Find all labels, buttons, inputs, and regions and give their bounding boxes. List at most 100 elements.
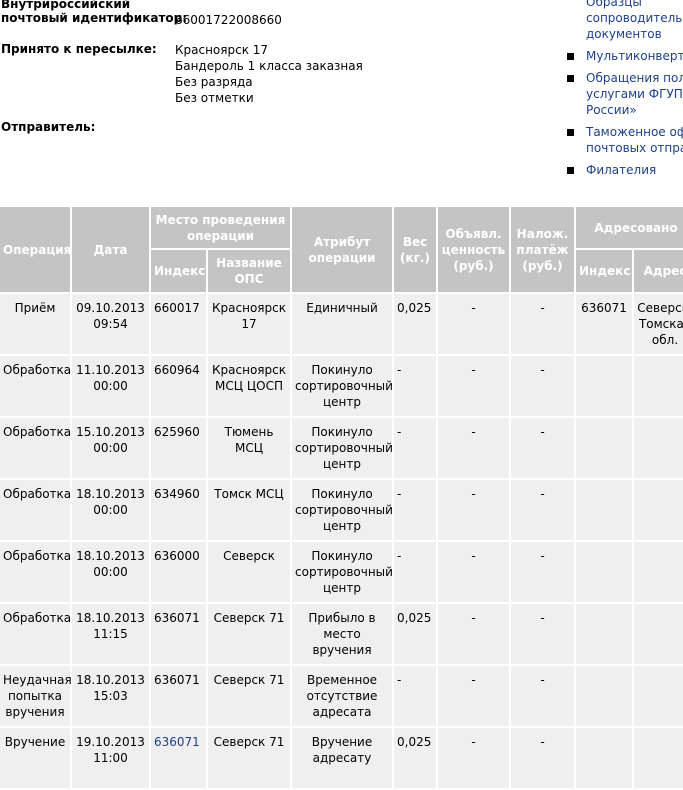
cell-cod: - bbox=[511, 294, 575, 354]
cell-attribute: Покинуло сортировочный центр bbox=[292, 356, 393, 416]
table-row: Приём 09.10.2013 09:54 660017 Красноярск 17… bbox=[0, 294, 683, 354]
tracking-id-label: Внутрироссийский почтовый идентификатор: bbox=[1, 0, 187, 25]
cell-addr bbox=[634, 480, 683, 540]
header-operation: Операция bbox=[0, 207, 71, 292]
cell-addr bbox=[634, 728, 683, 788]
cell-ops-name: Томск МСЦ bbox=[208, 480, 291, 540]
side-link-text[interactable]: Филателия bbox=[586, 162, 683, 178]
cell-operation: Обработка bbox=[0, 356, 71, 416]
cell-attribute: Покинуло сортировочный центр bbox=[292, 418, 393, 478]
index-link[interactable]: 636071 bbox=[154, 735, 200, 749]
cell-addr bbox=[634, 666, 683, 726]
cell-addr-index bbox=[576, 728, 633, 788]
square-bullet-icon bbox=[567, 75, 574, 82]
cell-date: 18.10.2013 00:00 bbox=[72, 480, 149, 540]
side-links-list: Образцы сопроводитель документов Мультиконв… bbox=[566, 0, 683, 178]
cell-declared-value: - bbox=[438, 294, 510, 354]
cell-cod: - bbox=[511, 542, 575, 602]
cell-declared-value: - bbox=[438, 542, 510, 602]
cell-cod: - bbox=[511, 356, 575, 416]
cell-addr-index bbox=[576, 666, 633, 726]
cell-ops-name: Красноярск 17 bbox=[208, 294, 291, 354]
side-link-4[interactable]: Филателия bbox=[566, 162, 683, 178]
side-link-line: почтовых отправ bbox=[586, 141, 683, 155]
header-weight: Вес (кг.) bbox=[394, 207, 437, 292]
cell-attribute: Временное отсутствие адресата bbox=[292, 666, 393, 726]
side-link-2[interactable]: Обращения поль услугами ФГУП « России» bbox=[566, 70, 683, 118]
cell-attribute: Единичный bbox=[292, 294, 393, 354]
cell-ops-name: Северск 71 bbox=[208, 728, 291, 788]
side-link-line: Образцы bbox=[586, 0, 642, 9]
square-bullet-icon bbox=[567, 53, 574, 60]
table-row: Обработка 11.10.2013 00:00 660964 Красноярс… bbox=[0, 356, 683, 416]
accepted-type: Бандероль 1 класса заказная bbox=[175, 59, 363, 73]
cell-date: 18.10.2013 15:03 bbox=[72, 666, 149, 726]
cell-addr: Северск, Томская обл. bbox=[634, 294, 683, 354]
side-link-text[interactable]: Обращения поль услугами ФГУП « России» bbox=[586, 70, 683, 118]
cell-index: 636071 bbox=[151, 604, 206, 664]
side-link-line: России» bbox=[586, 103, 637, 117]
cell-declared-value: - bbox=[438, 480, 510, 540]
cell-addr bbox=[634, 418, 683, 478]
table-row: Обработка 18.10.2013 00:00 636000 Северск По… bbox=[0, 542, 683, 602]
cell-declared-value: - bbox=[438, 728, 510, 788]
cell-attribute: Вручение адресату bbox=[292, 728, 393, 788]
cell-index: 636071 bbox=[151, 728, 206, 788]
header-addr-address: Адрес bbox=[634, 250, 683, 292]
cell-addr-index bbox=[576, 542, 633, 602]
tracking-id-label-line1: Внутрироссийский bbox=[1, 0, 131, 11]
side-link-line: услугами ФГУП « bbox=[586, 87, 683, 101]
header-attribute: Атрибут операции bbox=[292, 207, 393, 292]
table-row: Неудачная попытка вручения 18.10.2013 15:… bbox=[0, 666, 683, 726]
cell-cod: - bbox=[511, 728, 575, 788]
cell-index: 634960 bbox=[151, 480, 206, 540]
accepted-mark: Без отметки bbox=[175, 91, 254, 105]
cell-operation: Приём bbox=[0, 294, 70, 354]
cell-operation: Обработка bbox=[0, 480, 71, 540]
table-row: Обработка 18.10.2013 00:00 634960 Томск МСЦ… bbox=[0, 480, 683, 540]
side-link-line: сопроводитель bbox=[586, 11, 683, 25]
accepted-class: Без разряда bbox=[175, 75, 253, 89]
header-declared-value: Объявл. ценность (руб.) bbox=[438, 207, 510, 292]
header-cod: Налож. платёж (руб.) bbox=[511, 207, 575, 292]
header-place-name: Название ОПС bbox=[208, 250, 291, 292]
cell-index: 636071 bbox=[151, 666, 206, 726]
side-link-text[interactable]: Таможенное офо почтовых отправ bbox=[586, 124, 683, 156]
cell-ops-name: Северск 71 bbox=[208, 604, 291, 664]
cell-addr-index bbox=[576, 356, 633, 416]
cell-date: 11.10.2013 00:00 bbox=[72, 356, 149, 416]
cell-ops-name: Северск bbox=[208, 542, 291, 602]
accepted-office: Красноярск 17 bbox=[175, 43, 269, 57]
cell-addr-index: 636071 bbox=[576, 294, 633, 354]
header-date: Дата bbox=[72, 207, 149, 292]
square-bullet-icon bbox=[567, 129, 574, 136]
cell-date: 18.10.2013 00:00 bbox=[72, 542, 149, 602]
cell-weight: - bbox=[394, 418, 437, 478]
cell-index: 660964 bbox=[151, 356, 206, 416]
side-link-text[interactable]: Мультиконверт bbox=[586, 48, 683, 64]
header-addr-index: Индекс bbox=[576, 250, 633, 292]
cell-cod: - bbox=[511, 666, 575, 726]
square-bullet-icon bbox=[567, 167, 574, 174]
side-link-1[interactable]: Мультиконверт bbox=[566, 48, 683, 64]
tracking-table: Операция Дата Место проведения операции … bbox=[0, 205, 683, 790]
cell-cod: - bbox=[511, 604, 575, 664]
cell-addr-index bbox=[576, 480, 633, 540]
accepted-details: Красноярск 17 Бандероль 1 класса заказна… bbox=[175, 42, 363, 106]
header-place-index: Индекс bbox=[151, 250, 206, 292]
cell-addr bbox=[634, 604, 683, 664]
table-row: Вручение 19.10.2013 11:00 636071 Северск 71… bbox=[0, 728, 683, 788]
side-link-0[interactable]: Образцы сопроводитель документов bbox=[566, 0, 683, 42]
tracking-id-value: 66001722008660 bbox=[175, 13, 282, 27]
side-link-3[interactable]: Таможенное офо почтовых отправ bbox=[566, 124, 683, 156]
cell-index: 636000 bbox=[151, 542, 206, 602]
tracking-id-label-line2: почтовый идентификатор: bbox=[1, 11, 188, 25]
side-link-text[interactable]: Образцы сопроводитель документов bbox=[586, 0, 683, 42]
cell-index: 660017 bbox=[151, 294, 206, 354]
cell-ops-name: Северск 71 bbox=[208, 666, 291, 726]
cell-cod: - bbox=[511, 480, 575, 540]
cell-ops-name: Тюмень МСЦ bbox=[208, 418, 291, 478]
cell-date: 15.10.2013 00:00 bbox=[72, 418, 149, 478]
cell-declared-value: - bbox=[438, 604, 510, 664]
cell-cod: - bbox=[511, 418, 575, 478]
